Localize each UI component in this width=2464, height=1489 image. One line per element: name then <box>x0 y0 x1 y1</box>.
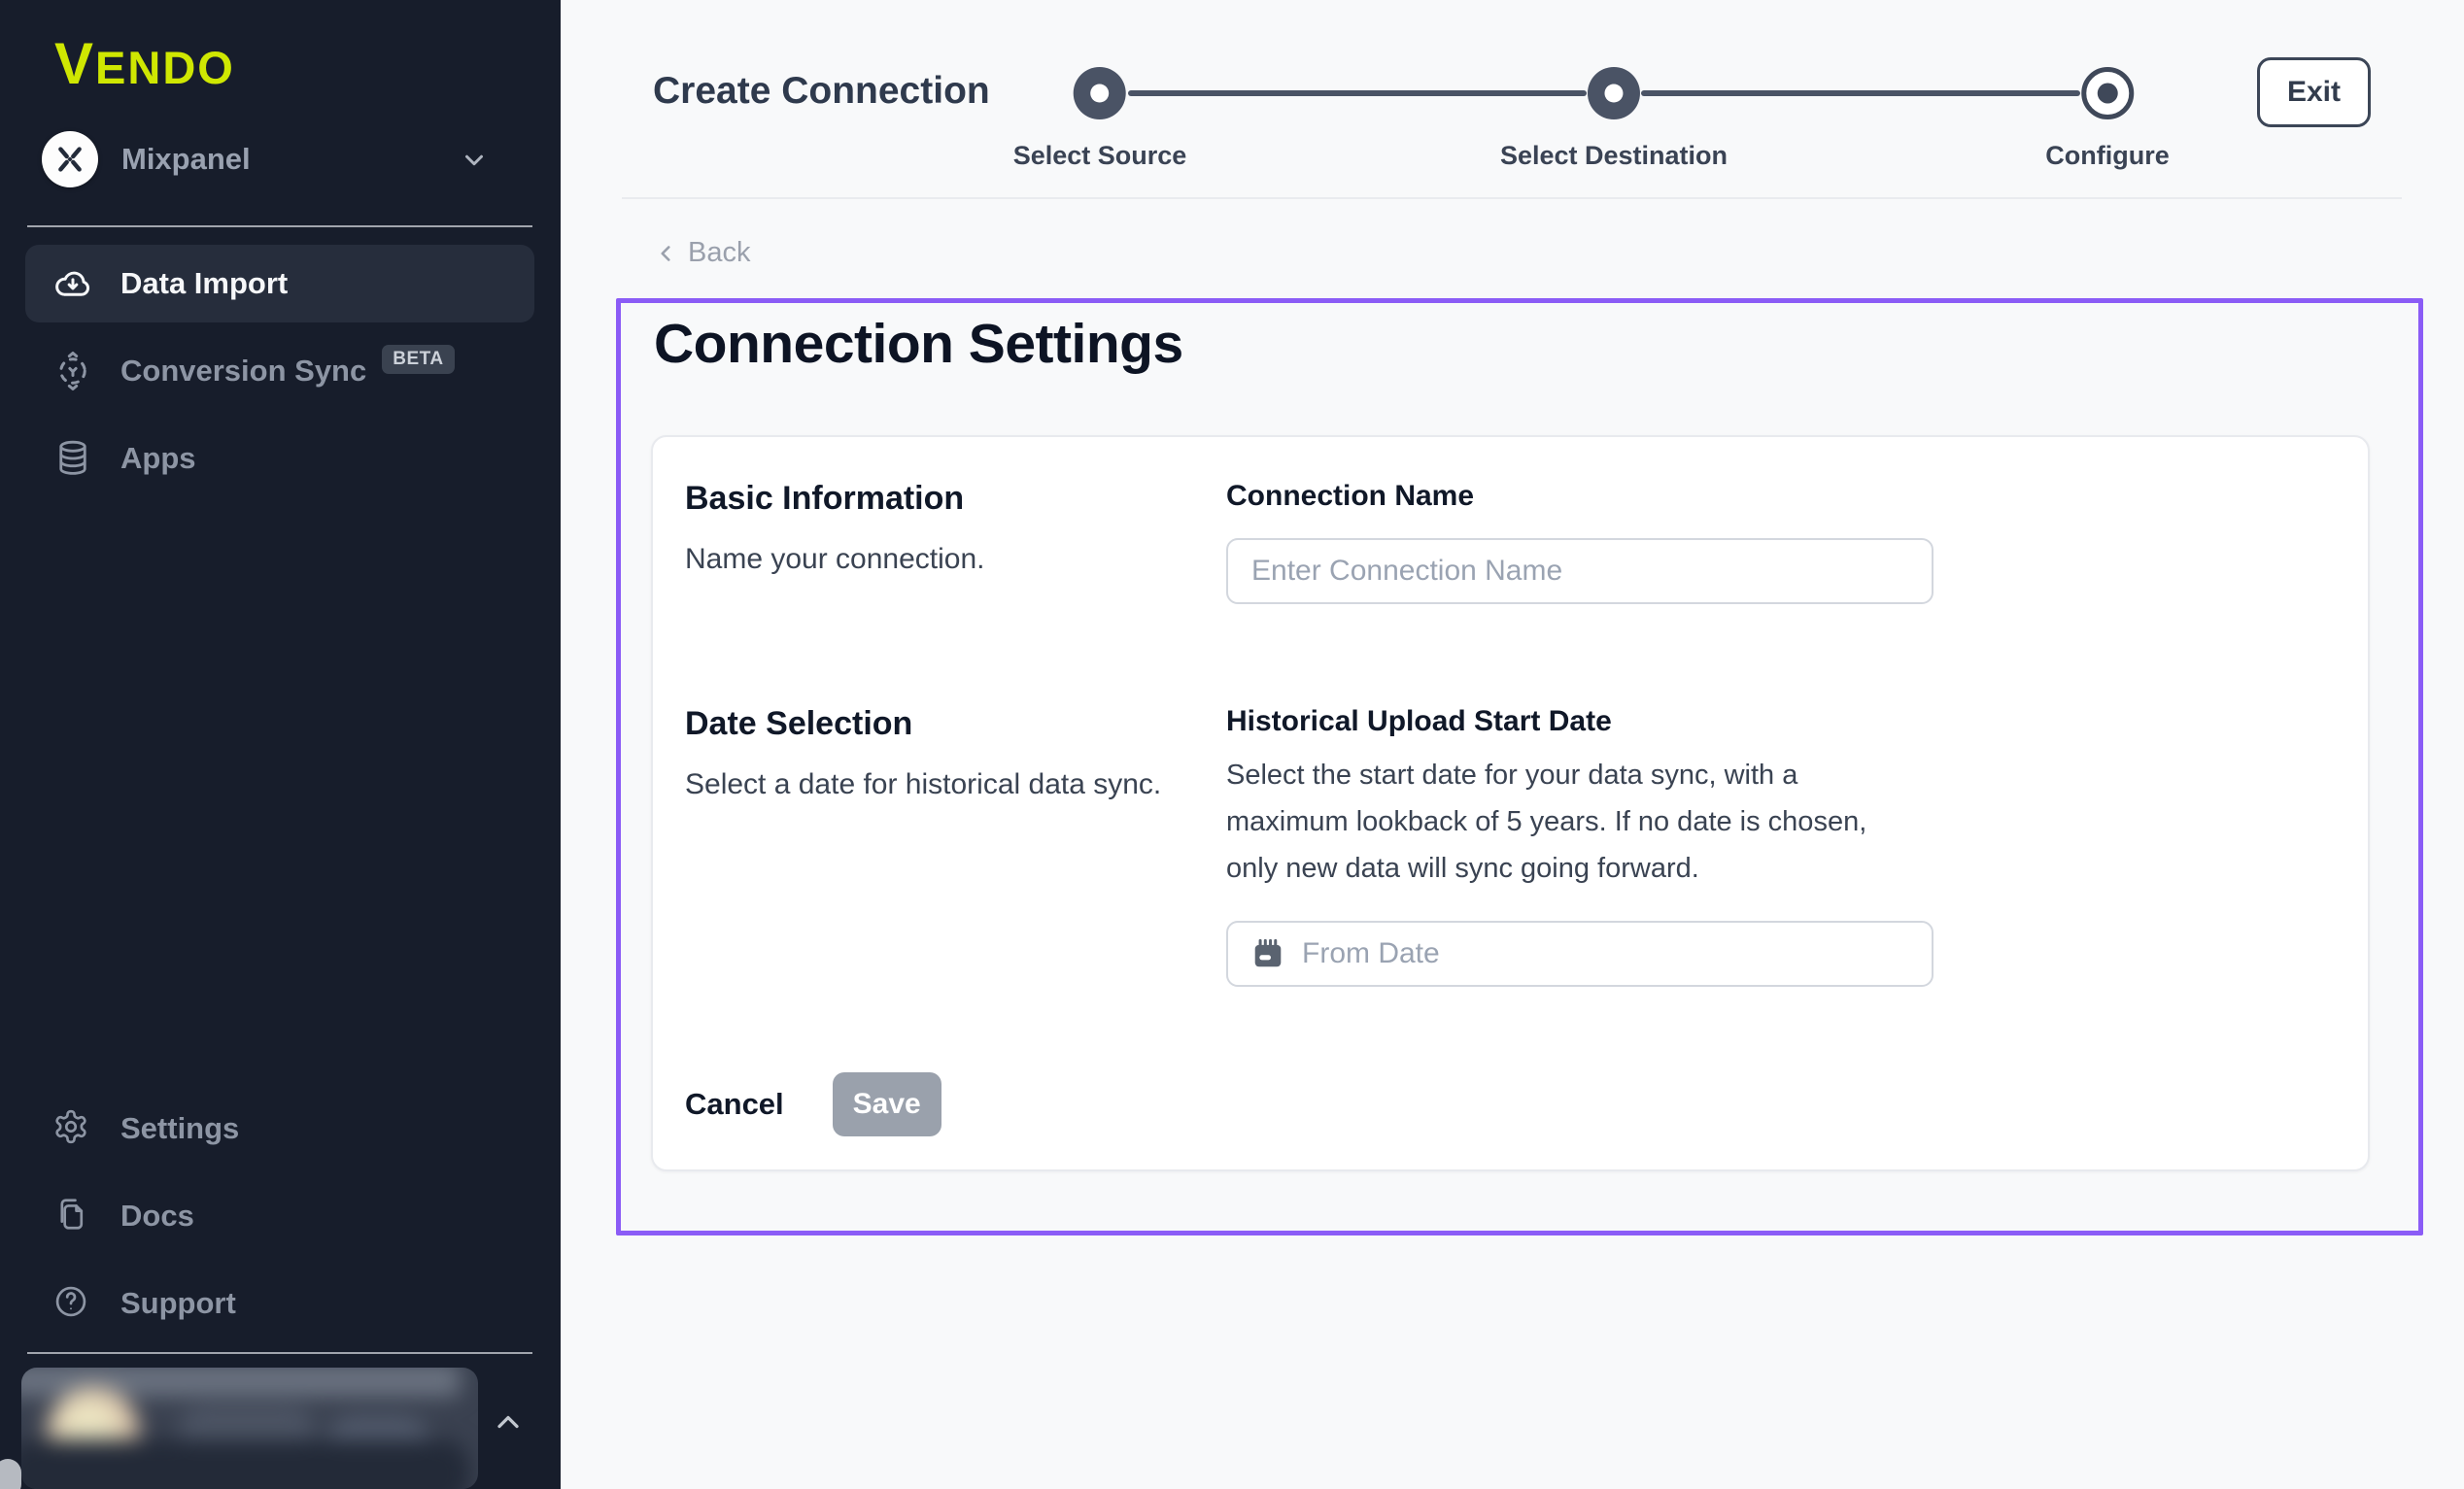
form-actions: Cancel Save <box>653 1035 2368 1173</box>
section-title: Basic Information <box>685 480 1226 518</box>
step-dot-current-icon <box>2081 67 2134 119</box>
step-dot-complete-icon <box>1588 67 1640 119</box>
sidebar-divider <box>27 1352 532 1354</box>
sidebar-item-apps[interactable]: Apps <box>25 420 534 497</box>
step-select-destination[interactable]: Select Destination <box>1500 67 1728 171</box>
section-description: Name your connection. <box>685 543 1226 576</box>
sidebar-item-label: Apps <box>120 441 196 476</box>
step-dot-complete-icon <box>1074 67 1126 119</box>
start-date-label: Historical Upload Start Date <box>1226 705 1612 737</box>
header-divider <box>622 197 2402 199</box>
sidebar-divider <box>27 225 532 227</box>
basic-information-section: Basic Information Name your connection. … <box>653 437 2368 645</box>
chevron-left-icon <box>653 241 678 266</box>
start-date-description: Select the start date for your data sync… <box>1226 752 1906 892</box>
connection-settings-panel: Connection Settings Basic Information Na… <box>616 298 2423 1235</box>
cloud-download-icon <box>52 263 93 304</box>
sidebar-nav: Data Import Conversion Sync BETA <box>25 245 534 507</box>
workspace-selector[interactable]: Mixpanel <box>42 128 533 190</box>
document-copy-icon <box>52 1196 93 1236</box>
sidebar-footer-nav: Settings Docs Support <box>25 1098 534 1360</box>
gear-icon <box>52 1108 93 1149</box>
question-circle-icon <box>52 1283 93 1324</box>
date-selection-section: Date Selection Select a date for histori… <box>653 645 2368 1035</box>
sidebar-item-label: Conversion Sync <box>120 354 366 389</box>
cancel-button[interactable]: Cancel <box>685 1087 784 1122</box>
sidebar-item-label: Docs <box>120 1199 194 1234</box>
sidebar-item-support[interactable]: Support <box>25 1272 534 1335</box>
beta-badge: BETA <box>382 345 454 374</box>
main-content: Create Connection Select Source Select D… <box>561 0 2464 1489</box>
back-link[interactable]: Back <box>653 237 750 269</box>
user-profile-blur-content <box>21 1368 478 1489</box>
chevron-up-icon[interactable] <box>491 1404 526 1439</box>
section-description: Select a date for historical data sync. <box>685 768 1226 801</box>
step-configure[interactable]: Configure <box>2045 67 2170 171</box>
page-title: Create Connection <box>653 70 990 113</box>
sidebar-item-settings[interactable]: Settings <box>25 1098 534 1160</box>
sync-arrows-icon <box>52 351 93 391</box>
sidebar-item-label: Support <box>120 1286 236 1321</box>
step-label: Configure <box>2045 141 2170 171</box>
sidebar-item-label: Data Import <box>120 266 288 301</box>
mixpanel-logo-icon <box>42 131 98 187</box>
section-title: Date Selection <box>685 705 1226 743</box>
panel-title: Connection Settings <box>654 312 1183 376</box>
sidebar-item-data-import[interactable]: Data Import <box>25 245 534 322</box>
database-icon <box>52 438 93 479</box>
user-profile-blurred[interactable] <box>21 1368 478 1489</box>
sidebar: VENDO Mixpanel Data Import <box>0 0 561 1489</box>
save-button[interactable]: Save <box>833 1072 941 1136</box>
corner-chip <box>0 1459 21 1489</box>
workspace-name: Mixpanel <box>121 142 251 177</box>
from-date-input[interactable] <box>1226 921 1934 987</box>
connection-name-input[interactable] <box>1226 538 1934 604</box>
sidebar-item-conversion-sync[interactable]: Conversion Sync BETA <box>25 332 534 410</box>
chevron-down-icon <box>460 146 489 175</box>
step-label: Select Source <box>1013 141 1187 171</box>
sidebar-item-docs[interactable]: Docs <box>25 1185 534 1247</box>
connection-name-label: Connection Name <box>1226 480 1474 512</box>
step-select-source[interactable]: Select Source <box>1013 67 1187 171</box>
step-label: Select Destination <box>1500 141 1728 171</box>
vendo-logo: VENDO <box>54 33 235 99</box>
sidebar-item-label: Settings <box>120 1111 239 1146</box>
settings-card: Basic Information Name your connection. … <box>651 435 2370 1171</box>
date-input-wrapper <box>1226 921 1934 987</box>
exit-button[interactable]: Exit <box>2257 57 2371 127</box>
back-label: Back <box>688 237 750 269</box>
